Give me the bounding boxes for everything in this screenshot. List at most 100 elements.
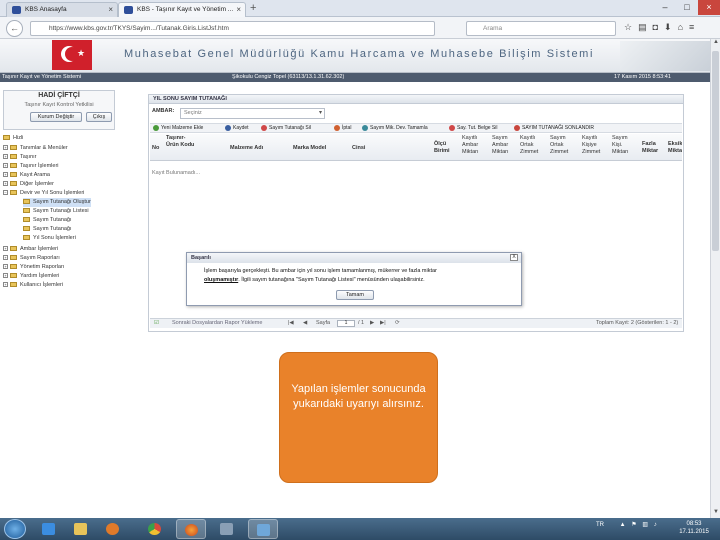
- page-number-input[interactable]: 1: [337, 320, 355, 327]
- expand-icon[interactable]: +: [3, 145, 8, 151]
- ambar-select-value: Seçiniz: [184, 110, 202, 116]
- ambar-select[interactable]: Seçiniz ▾: [180, 108, 325, 119]
- column-header-counted-ambar[interactable]: Sayım Ambar Miktarı: [492, 135, 518, 156]
- tree-item[interactable]: + Taşınır İşlemleri: [3, 162, 59, 171]
- maximize-icon[interactable]: □: [676, 0, 698, 15]
- pager-link[interactable]: Sonraki Dosyalardan Rapor Yükleme: [172, 319, 262, 328]
- browser-tab-kbs-home[interactable]: KBS Anasayfa ×: [6, 2, 118, 17]
- column-header-material[interactable]: Malzeme Adı: [230, 145, 263, 152]
- column-header-no[interactable]: No: [152, 145, 159, 152]
- change-institution-button[interactable]: Kurum Değiştir: [30, 112, 82, 122]
- expand-icon[interactable]: +: [3, 273, 8, 279]
- column-header-unit[interactable]: Ölçü Birimi: [434, 141, 454, 155]
- add-material-button[interactable]: Yeni Malzeme Ekle: [153, 124, 203, 132]
- ok-button[interactable]: Tamam: [336, 290, 374, 300]
- close-tab-icon[interactable]: ×: [108, 5, 113, 14]
- taskbar-clock[interactable]: 08:53 17.11.2015: [672, 520, 716, 536]
- tree-item[interactable]: Yıl Sonu İşlemleri: [23, 234, 76, 243]
- language-indicator[interactable]: TR: [596, 522, 604, 528]
- prev-page-icon[interactable]: ◀: [303, 319, 307, 328]
- collapse-icon[interactable]: −: [3, 190, 8, 196]
- taskbar-calculator-button[interactable]: [212, 519, 242, 539]
- expand-icon[interactable]: +: [3, 282, 8, 288]
- star-icon[interactable]: ☆: [624, 22, 632, 33]
- tree-item[interactable]: + Yönetim Raporları: [3, 263, 64, 272]
- column-header-registered-personal[interactable]: Kayıtlı Kişiye Zimmet: [582, 135, 609, 156]
- home-icon[interactable]: ⌂: [678, 22, 683, 33]
- tree-item[interactable]: + Kullanıcı İşlemleri: [3, 281, 63, 290]
- tree-item[interactable]: + Tanımlar & Menüler: [3, 144, 68, 153]
- taskbar-explorer-button[interactable]: [66, 519, 96, 539]
- taskbar-ie-button[interactable]: [34, 519, 64, 539]
- tree-root[interactable]: Hizli: [3, 134, 23, 143]
- cancel-button[interactable]: İptal: [334, 124, 351, 132]
- expand-icon[interactable]: +: [3, 163, 8, 169]
- refresh-icon[interactable]: ⟳: [395, 319, 400, 328]
- taskbar-paint-button[interactable]: [248, 519, 278, 539]
- taskbar-media-button[interactable]: [98, 519, 128, 539]
- address-bar[interactable]: https://www.kbs.gov.tr/TKYS/Sayim.../Tut…: [30, 21, 435, 36]
- start-button[interactable]: [4, 519, 26, 539]
- scrollbar-thumb[interactable]: [712, 51, 719, 251]
- delete-count-button[interactable]: Sayım Tutanağı Sil: [261, 124, 311, 132]
- tree-item[interactable]: + Ambar İşlemleri: [3, 245, 58, 254]
- column-header-registered-ambar[interactable]: Kayıtlı Ambar Miktarı: [462, 135, 488, 156]
- tree-item[interactable]: + Taşınır: [3, 153, 37, 162]
- reading-list-icon[interactable]: ▤: [638, 22, 647, 33]
- volume-icon[interactable]: ♪: [654, 522, 657, 528]
- browser-tab-kbs-tkys[interactable]: KBS - Taşınır Kayıt ve Yönetim ... ×: [118, 2, 246, 17]
- logout-button[interactable]: Çıkış: [86, 112, 112, 122]
- taskbar-chrome-button[interactable]: [140, 519, 170, 539]
- minimize-icon[interactable]: –: [654, 0, 676, 15]
- taskbar-firefox-button[interactable]: [176, 519, 206, 539]
- new-tab-button[interactable]: +: [250, 2, 256, 14]
- dialog-close-button[interactable]: X: [510, 254, 518, 261]
- scroll-down-icon[interactable]: ▼: [711, 509, 720, 518]
- column-header-code[interactable]: Taşınır-Ürün Kodu: [166, 135, 198, 149]
- save-button[interactable]: Kaydet: [225, 124, 249, 132]
- expand-icon[interactable]: +: [3, 181, 8, 187]
- tree-item[interactable]: Sayım Tutanağı: [23, 225, 72, 234]
- scroll-up-icon[interactable]: ▲: [711, 39, 720, 48]
- download-icon[interactable]: ⬇: [664, 22, 672, 33]
- search-input[interactable]: Arama: [466, 21, 616, 36]
- tree-item[interactable]: + Yardım İşlemleri: [3, 272, 59, 281]
- back-button[interactable]: ←: [6, 20, 23, 37]
- finalize-count-button[interactable]: SAYIM TUTANAĞI SONLANDIR: [514, 124, 594, 132]
- column-header-excess[interactable]: Fazla Miktar: [642, 141, 666, 155]
- tree-item[interactable]: − Devir ve Yıl Sonu İşlemleri: [3, 189, 84, 198]
- tree-item[interactable]: Sayım Tutanağı: [23, 216, 72, 225]
- delete-document-button[interactable]: Say. Tut. Belge Sil: [449, 124, 497, 132]
- flag-icon[interactable]: ⚑: [631, 522, 636, 528]
- ambar-label: AMBAR:: [152, 108, 175, 114]
- column-header-type[interactable]: Cinsi: [352, 145, 365, 152]
- first-page-icon[interactable]: |◀: [288, 319, 294, 328]
- pager-checkbox-icon[interactable]: ☑: [154, 319, 159, 328]
- page-scrollbar[interactable]: ▲ ▼: [710, 39, 720, 518]
- complete-transfer-button[interactable]: Sayım Mik. Dev. Tamamla: [362, 124, 428, 132]
- tree-item[interactable]: + Kayıt Arama: [3, 171, 50, 180]
- menu-icon[interactable]: ≡: [689, 22, 694, 33]
- column-header-missing[interactable]: Eksik Miktar: [668, 141, 682, 155]
- last-page-icon[interactable]: ▶|: [380, 319, 386, 328]
- tree-item[interactable]: + Diğer İşlemler: [3, 180, 54, 189]
- network-icon[interactable]: ▥: [642, 522, 648, 528]
- pocket-icon[interactable]: ◘: [653, 22, 658, 33]
- tray-arrow-icon[interactable]: ▲: [620, 522, 626, 528]
- next-page-icon[interactable]: ▶: [370, 319, 374, 328]
- column-header-counted-common[interactable]: Sayım Ortak Zimmet: [550, 135, 577, 156]
- expand-icon[interactable]: +: [3, 255, 8, 261]
- tree-item[interactable]: + Sayım Raporları: [3, 254, 60, 263]
- column-header-brand[interactable]: Marka Model: [293, 145, 326, 152]
- column-header-registered-common[interactable]: Kayıtlı Ortak Zimmet: [520, 135, 547, 156]
- tree-item-selected[interactable]: Sayım Tutanağı Oluştur: [23, 198, 91, 207]
- close-window-icon[interactable]: ×: [698, 0, 720, 15]
- tree-item[interactable]: Sayım Tutanağı Listesi: [23, 207, 89, 216]
- expand-icon[interactable]: +: [3, 154, 8, 160]
- column-header-counted-personal[interactable]: Sayım Kişi. Miktarı: [612, 135, 639, 156]
- close-tab-icon[interactable]: ×: [236, 5, 241, 14]
- expand-icon[interactable]: +: [3, 246, 8, 252]
- delete-icon: [261, 124, 267, 131]
- expand-icon[interactable]: +: [3, 264, 8, 270]
- expand-icon[interactable]: +: [3, 172, 8, 178]
